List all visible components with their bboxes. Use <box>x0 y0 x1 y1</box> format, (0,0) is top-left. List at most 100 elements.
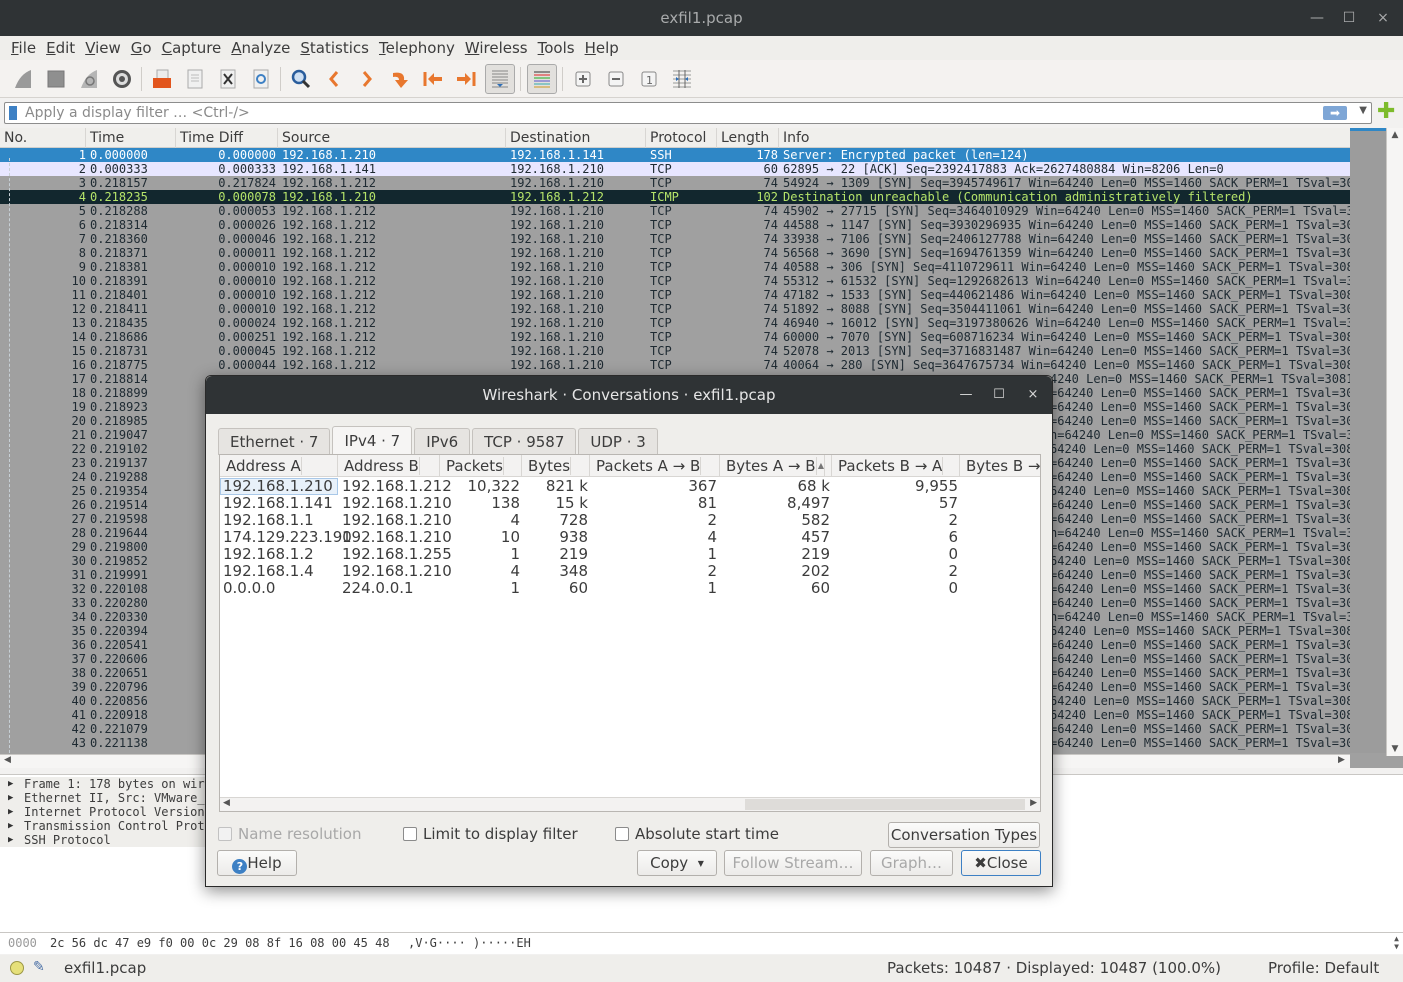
packet-list-vscrollbar[interactable]: ▲ ▼ <box>1386 128 1403 756</box>
column-header-source[interactable]: Source <box>278 128 506 148</box>
find-packet-icon[interactable] <box>287 65 315 93</box>
column-header-info[interactable]: Info <box>779 128 1379 148</box>
packet-row[interactable]: 16 0.218775 0.000044 192.168.1.212 192.168.1… <box>0 358 1350 372</box>
scroll-down-icon[interactable]: ▼ <box>1387 744 1403 754</box>
conversation-types-dropdown[interactable]: Conversation Types ▼ <box>888 822 1040 864</box>
status-profile[interactable]: Profile: Default <box>1268 959 1379 977</box>
packet-row[interactable]: 9 0.218381 0.000010 192.168.1.212 192.168.1.… <box>0 260 1350 274</box>
scroll-left-icon[interactable]: ◀ <box>223 798 230 808</box>
tab-ipv6[interactable]: IPv6 <box>414 428 471 455</box>
save-file-icon[interactable] <box>181 65 209 93</box>
detail-tree-item[interactable]: ▶ Frame 1: 178 bytes on wire <box>0 777 210 791</box>
conversation-row[interactable]: 192.168.1.4 192.168.1.210 4 348 2 202 2 <box>220 563 1040 580</box>
bytes-scroll-spinner-icon[interactable]: ▲ ▼ <box>1394 935 1399 951</box>
menu-file[interactable]: File <box>6 36 41 60</box>
autoscroll-icon[interactable] <box>484 63 515 94</box>
packet-row[interactable]: 2 0.000333 0.000333 192.168.1.141 192.168.1.… <box>0 162 1350 176</box>
conversation-row[interactable]: 192.168.1.210 192.168.1.212 10,322 821 k 367… <box>220 478 1040 495</box>
checkbox-box[interactable] <box>218 827 232 841</box>
conversation-row[interactable]: 192.168.1.2 192.168.1.255 1 219 1 219 0 <box>220 546 1040 563</box>
menu-tools[interactable]: Tools <box>533 36 580 60</box>
expand-arrow-icon[interactable]: ▶ <box>8 819 13 833</box>
first-packet-icon[interactable] <box>419 65 447 93</box>
menu-analyze[interactable]: Analyze <box>226 36 295 60</box>
packet-row[interactable]: 15 0.218731 0.000045 192.168.1.212 192.168.1… <box>0 344 1350 358</box>
absolute-start-time-checkbox[interactable]: Absolute start time <box>615 825 779 843</box>
dialog-close-x-button[interactable]: × <box>1018 376 1048 414</box>
colorize-icon[interactable] <box>526 63 557 94</box>
conversation-row[interactable]: 192.168.1.1 192.168.1.210 4 728 2 582 2 <box>220 512 1040 529</box>
packet-minimap[interactable] <box>1350 128 1386 753</box>
tab-tcp[interactable]: TCP · 9587 <box>472 428 577 455</box>
tab-ipv4[interactable]: IPv4 · 7 <box>332 426 413 456</box>
tab-udp[interactable]: UDP · 3 <box>578 428 658 455</box>
normal-size-icon[interactable]: 1 <box>635 65 663 93</box>
limit-to-display-filter-checkbox[interactable]: Limit to display filter <box>403 825 578 843</box>
conversation-row[interactable]: 174.129.223.190 192.168.1.210 10 938 4 457 6 <box>220 529 1040 546</box>
reload-file-icon[interactable] <box>247 65 275 93</box>
menu-edit[interactable]: Edit <box>41 36 80 60</box>
go-forward-icon[interactable] <box>353 65 381 93</box>
zoom-in-icon[interactable] <box>569 65 597 93</box>
tab-ethernet[interactable]: Ethernet · 7 <box>218 428 331 455</box>
bytes-hex[interactable]: 2c 56 dc 47 e9 f0 00 0c 29 08 8f 16 08 0… <box>50 933 390 953</box>
last-packet-icon[interactable] <box>452 65 480 93</box>
expand-arrow-icon[interactable]: ▶ <box>8 805 13 819</box>
packet-row[interactable]: 5 0.218288 0.000053 192.168.1.212 192.168.1.… <box>0 204 1350 218</box>
column-header-time[interactable]: Time <box>86 128 176 148</box>
scroll-up-icon[interactable]: ▲ <box>1387 130 1403 140</box>
column-header-no[interactable]: No. <box>0 128 86 148</box>
filter-history-dropdown-icon[interactable]: ▼ <box>1359 105 1367 116</box>
detail-tree-item[interactable]: ▶ Internet Protocol Version <box>0 805 210 819</box>
conv-column-header[interactable]: Bytes B → A <box>960 455 1040 477</box>
conv-column-header[interactable]: Packets A → B <box>590 455 720 477</box>
start-capture-icon[interactable] <box>9 65 37 93</box>
menu-telephony[interactable]: Telephony <box>374 36 460 60</box>
menu-capture[interactable]: Capture <box>157 36 227 60</box>
menu-view[interactable]: View <box>80 36 126 60</box>
conv-column-header[interactable]: Bytes A → B ▲ <box>720 455 832 477</box>
packet-row[interactable]: 6 0.218314 0.000026 192.168.1.212 192.168.1.… <box>0 218 1350 232</box>
conv-column-header[interactable]: Packets <box>440 455 522 477</box>
packet-row[interactable]: 13 0.218435 0.000024 192.168.1.212 192.168.1… <box>0 316 1350 330</box>
add-filter-button-icon[interactable]: ✚ <box>1377 101 1397 123</box>
conv-column-header[interactable]: Address A <box>220 455 338 477</box>
go-to-packet-icon[interactable] <box>386 65 414 93</box>
conv-column-header[interactable]: Bytes <box>522 455 590 477</box>
packet-row[interactable]: 10 0.218391 0.000010 192.168.1.212 192.168.1… <box>0 274 1350 288</box>
dialog-maximize-button[interactable]: ☐ <box>984 376 1014 414</box>
apply-filter-arrow-icon[interactable]: ➡ <box>1323 106 1347 120</box>
dialog-minimize-button[interactable]: — <box>951 376 981 414</box>
column-header-time-diff[interactable]: Time Diff <box>176 128 278 148</box>
packet-row[interactable]: 3 0.218157 0.217824 192.168.1.212 192.168.1.… <box>0 176 1350 190</box>
go-back-icon[interactable] <box>320 65 348 93</box>
conversation-row[interactable]: 192.168.1.141 192.168.1.210 138 15 k 81 8,497… <box>220 495 1040 512</box>
scrollbar-thumb[interactable] <box>745 799 1025 810</box>
column-header-protocol[interactable]: Protocol <box>646 128 717 148</box>
packet-row[interactable]: 12 0.218411 0.000010 192.168.1.212 192.168.1… <box>0 302 1350 316</box>
zoom-out-icon[interactable] <box>602 65 630 93</box>
packet-row[interactable]: 14 0.218686 0.000251 192.168.1.212 192.168.1… <box>0 330 1350 344</box>
capture-options-icon[interactable] <box>108 65 136 93</box>
packet-row[interactable]: 4 0.218235 0.000078 192.168.1.210 192.168.1.… <box>0 190 1350 204</box>
display-filter-input[interactable]: Apply a display filter … <Ctrl-/> ➡ ▼ <box>4 102 1372 124</box>
restart-capture-icon[interactable] <box>75 65 103 93</box>
capture-comment-icon[interactable]: ✎ <box>33 959 45 975</box>
scroll-right-icon[interactable]: ▶ <box>1030 798 1037 808</box>
close-file-icon[interactable] <box>214 65 242 93</box>
detail-tree-item[interactable]: ▶ Transmission Control Proto <box>0 819 210 833</box>
packet-row[interactable]: 8 0.218371 0.000011 192.168.1.212 192.168.1.… <box>0 246 1350 260</box>
conversation-hscrollbar[interactable]: ◀ ▶ <box>220 797 1040 811</box>
column-header-destination[interactable]: Destination <box>506 128 646 148</box>
conversation-row[interactable]: 0.0.0.0 224.0.0.1 1 60 1 60 0 <box>220 580 1040 597</box>
maximize-button[interactable]: ☐ <box>1334 0 1364 36</box>
packet-row[interactable]: 1 0.000000 0.000000 192.168.1.210 192.168.1.… <box>0 148 1350 162</box>
scroll-right-icon[interactable]: ▶ <box>1338 755 1345 765</box>
help-button[interactable]: ? Help <box>217 850 297 876</box>
packet-row[interactable]: 7 0.218360 0.000046 192.168.1.212 192.168.1.… <box>0 232 1350 246</box>
checkbox-box[interactable] <box>615 827 629 841</box>
conv-column-header[interactable]: Packets B → A <box>832 455 960 477</box>
menu-statistics[interactable]: Statistics <box>295 36 374 60</box>
checkbox-box[interactable] <box>403 827 417 841</box>
resize-columns-icon[interactable] <box>668 65 696 93</box>
